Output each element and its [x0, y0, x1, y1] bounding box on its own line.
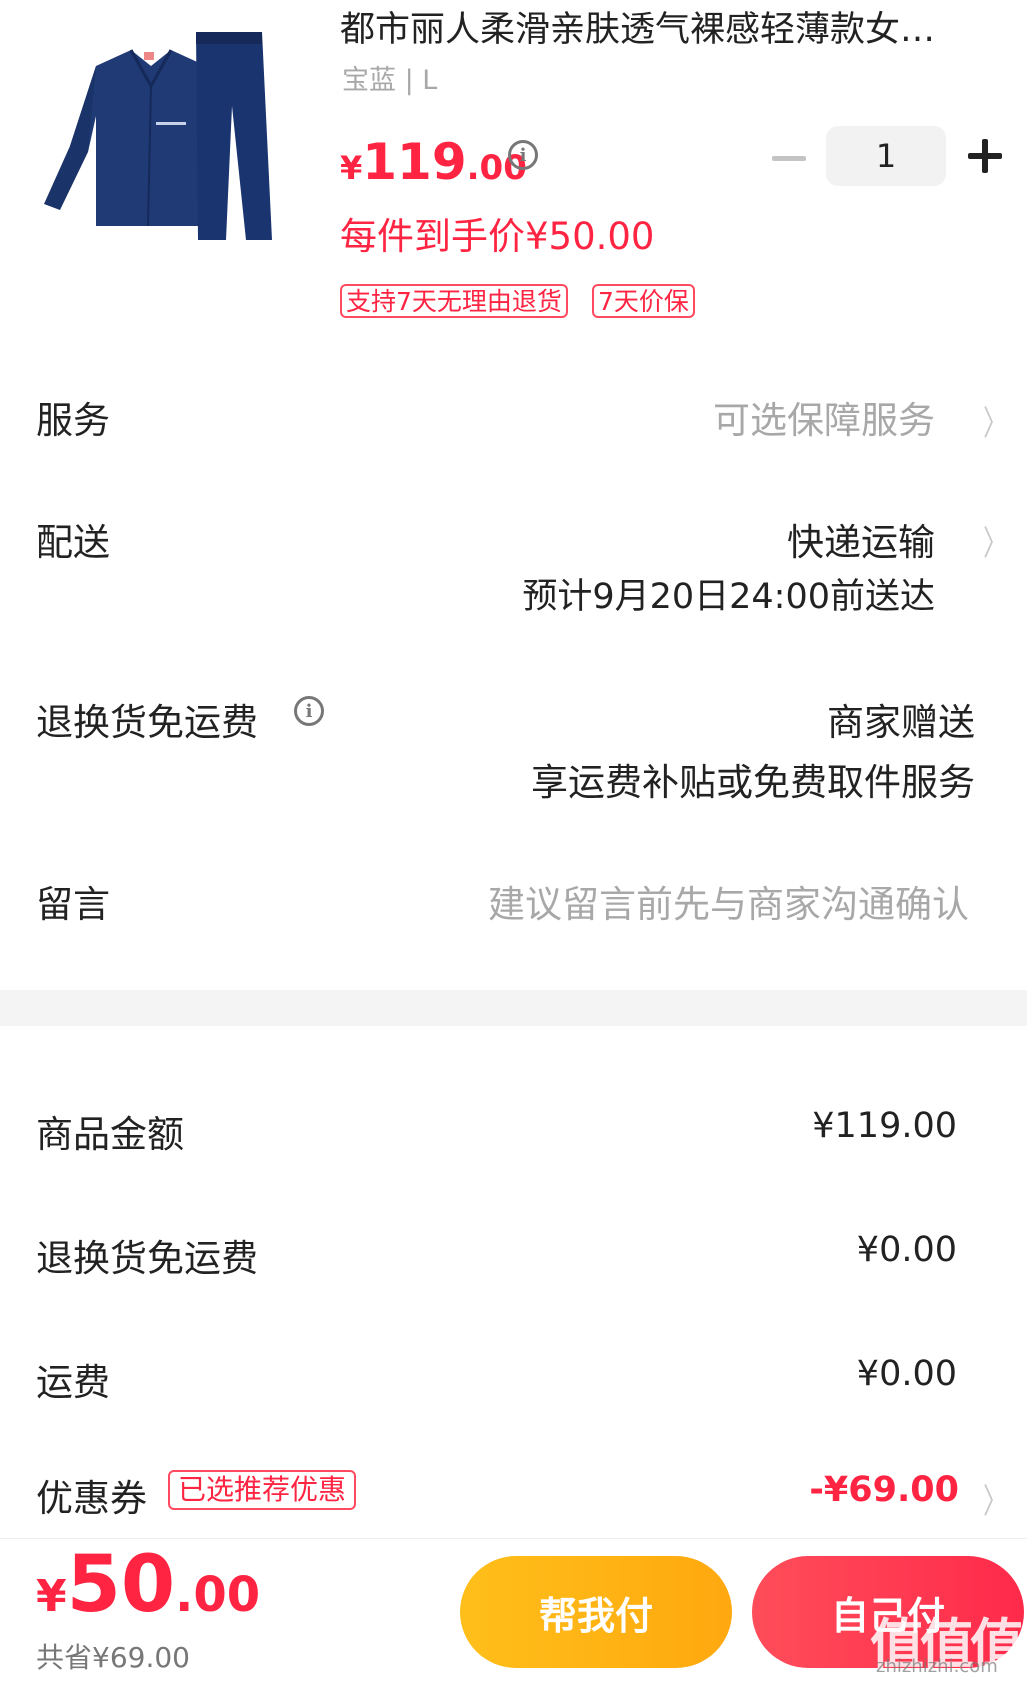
tag-7day-return: 支持7天无理由退货: [340, 284, 568, 318]
plus-icon[interactable]: [968, 139, 1002, 173]
delivery-estimate: 预计9月20日24:00前送达: [522, 577, 935, 617]
service-value[interactable]: 可选保障服务: [713, 390, 935, 444]
return-fee-value: ¥0.00: [856, 1230, 957, 1270]
shipping-label: 运费: [36, 1361, 110, 1404]
coupon-tag: 已选推荐优惠: [168, 1470, 357, 1510]
goods-amount-label: 商品金额: [36, 1113, 184, 1156]
product-image[interactable]: [36, 26, 306, 266]
total-symbol: ¥: [36, 1571, 67, 1622]
quantity-stepper[interactable]: 1: [826, 126, 946, 186]
minus-icon[interactable]: [772, 156, 806, 161]
return-free-label: 退换货免运费: [36, 701, 258, 744]
return-fee-label: 退换货免运费: [36, 1237, 258, 1280]
chevron-right-icon[interactable]: 〉: [983, 1474, 1007, 1523]
chevron-right-icon[interactable]: 〉: [983, 516, 1007, 565]
service-label: 服务: [36, 399, 110, 442]
coupon-value[interactable]: -¥69.00: [809, 1470, 959, 1510]
shipping-value: ¥0.00: [856, 1354, 957, 1394]
message-label: 留言: [36, 883, 110, 926]
tag-price-protect: 7天价保: [592, 284, 695, 318]
help-pay-button[interactable]: 帮我付: [460, 1556, 732, 1668]
total-integer: 50: [66, 1540, 176, 1630]
product-title[interactable]: 都市丽人柔滑亲肤透气裸感轻薄款女…: [340, 8, 1008, 52]
product-variant[interactable]: 宝蓝 | L: [342, 58, 437, 97]
saved-amount: 共省¥69.00: [36, 1641, 190, 1674]
product-price: ¥119.00: [340, 133, 527, 191]
chevron-right-icon[interactable]: 〉: [983, 396, 1007, 445]
price-symbol: ¥: [340, 149, 363, 187]
per-unit-price: 每件到手价¥50.00: [340, 215, 655, 258]
coupon-label: 优惠券: [36, 1477, 147, 1520]
section-divider: [0, 990, 1027, 1026]
goods-amount-value: ¥119.00: [812, 1106, 957, 1146]
return-free-desc: 享运费补贴或免费取件服务: [531, 761, 975, 804]
delivery-label: 配送: [36, 521, 110, 564]
total-decimal: .00: [175, 1567, 261, 1623]
return-free-value: 商家赠送: [827, 701, 975, 744]
info-icon[interactable]: i: [294, 696, 324, 726]
watermark-url: zhizhizhi.com: [876, 1656, 998, 1677]
total-price: ¥50.00: [36, 1540, 260, 1630]
price-integer: 119: [362, 133, 467, 191]
delivery-value[interactable]: 快递运输: [787, 512, 935, 566]
message-input[interactable]: 建议留言前先与商家沟通确认: [488, 874, 969, 928]
info-icon[interactable]: i: [508, 140, 538, 170]
